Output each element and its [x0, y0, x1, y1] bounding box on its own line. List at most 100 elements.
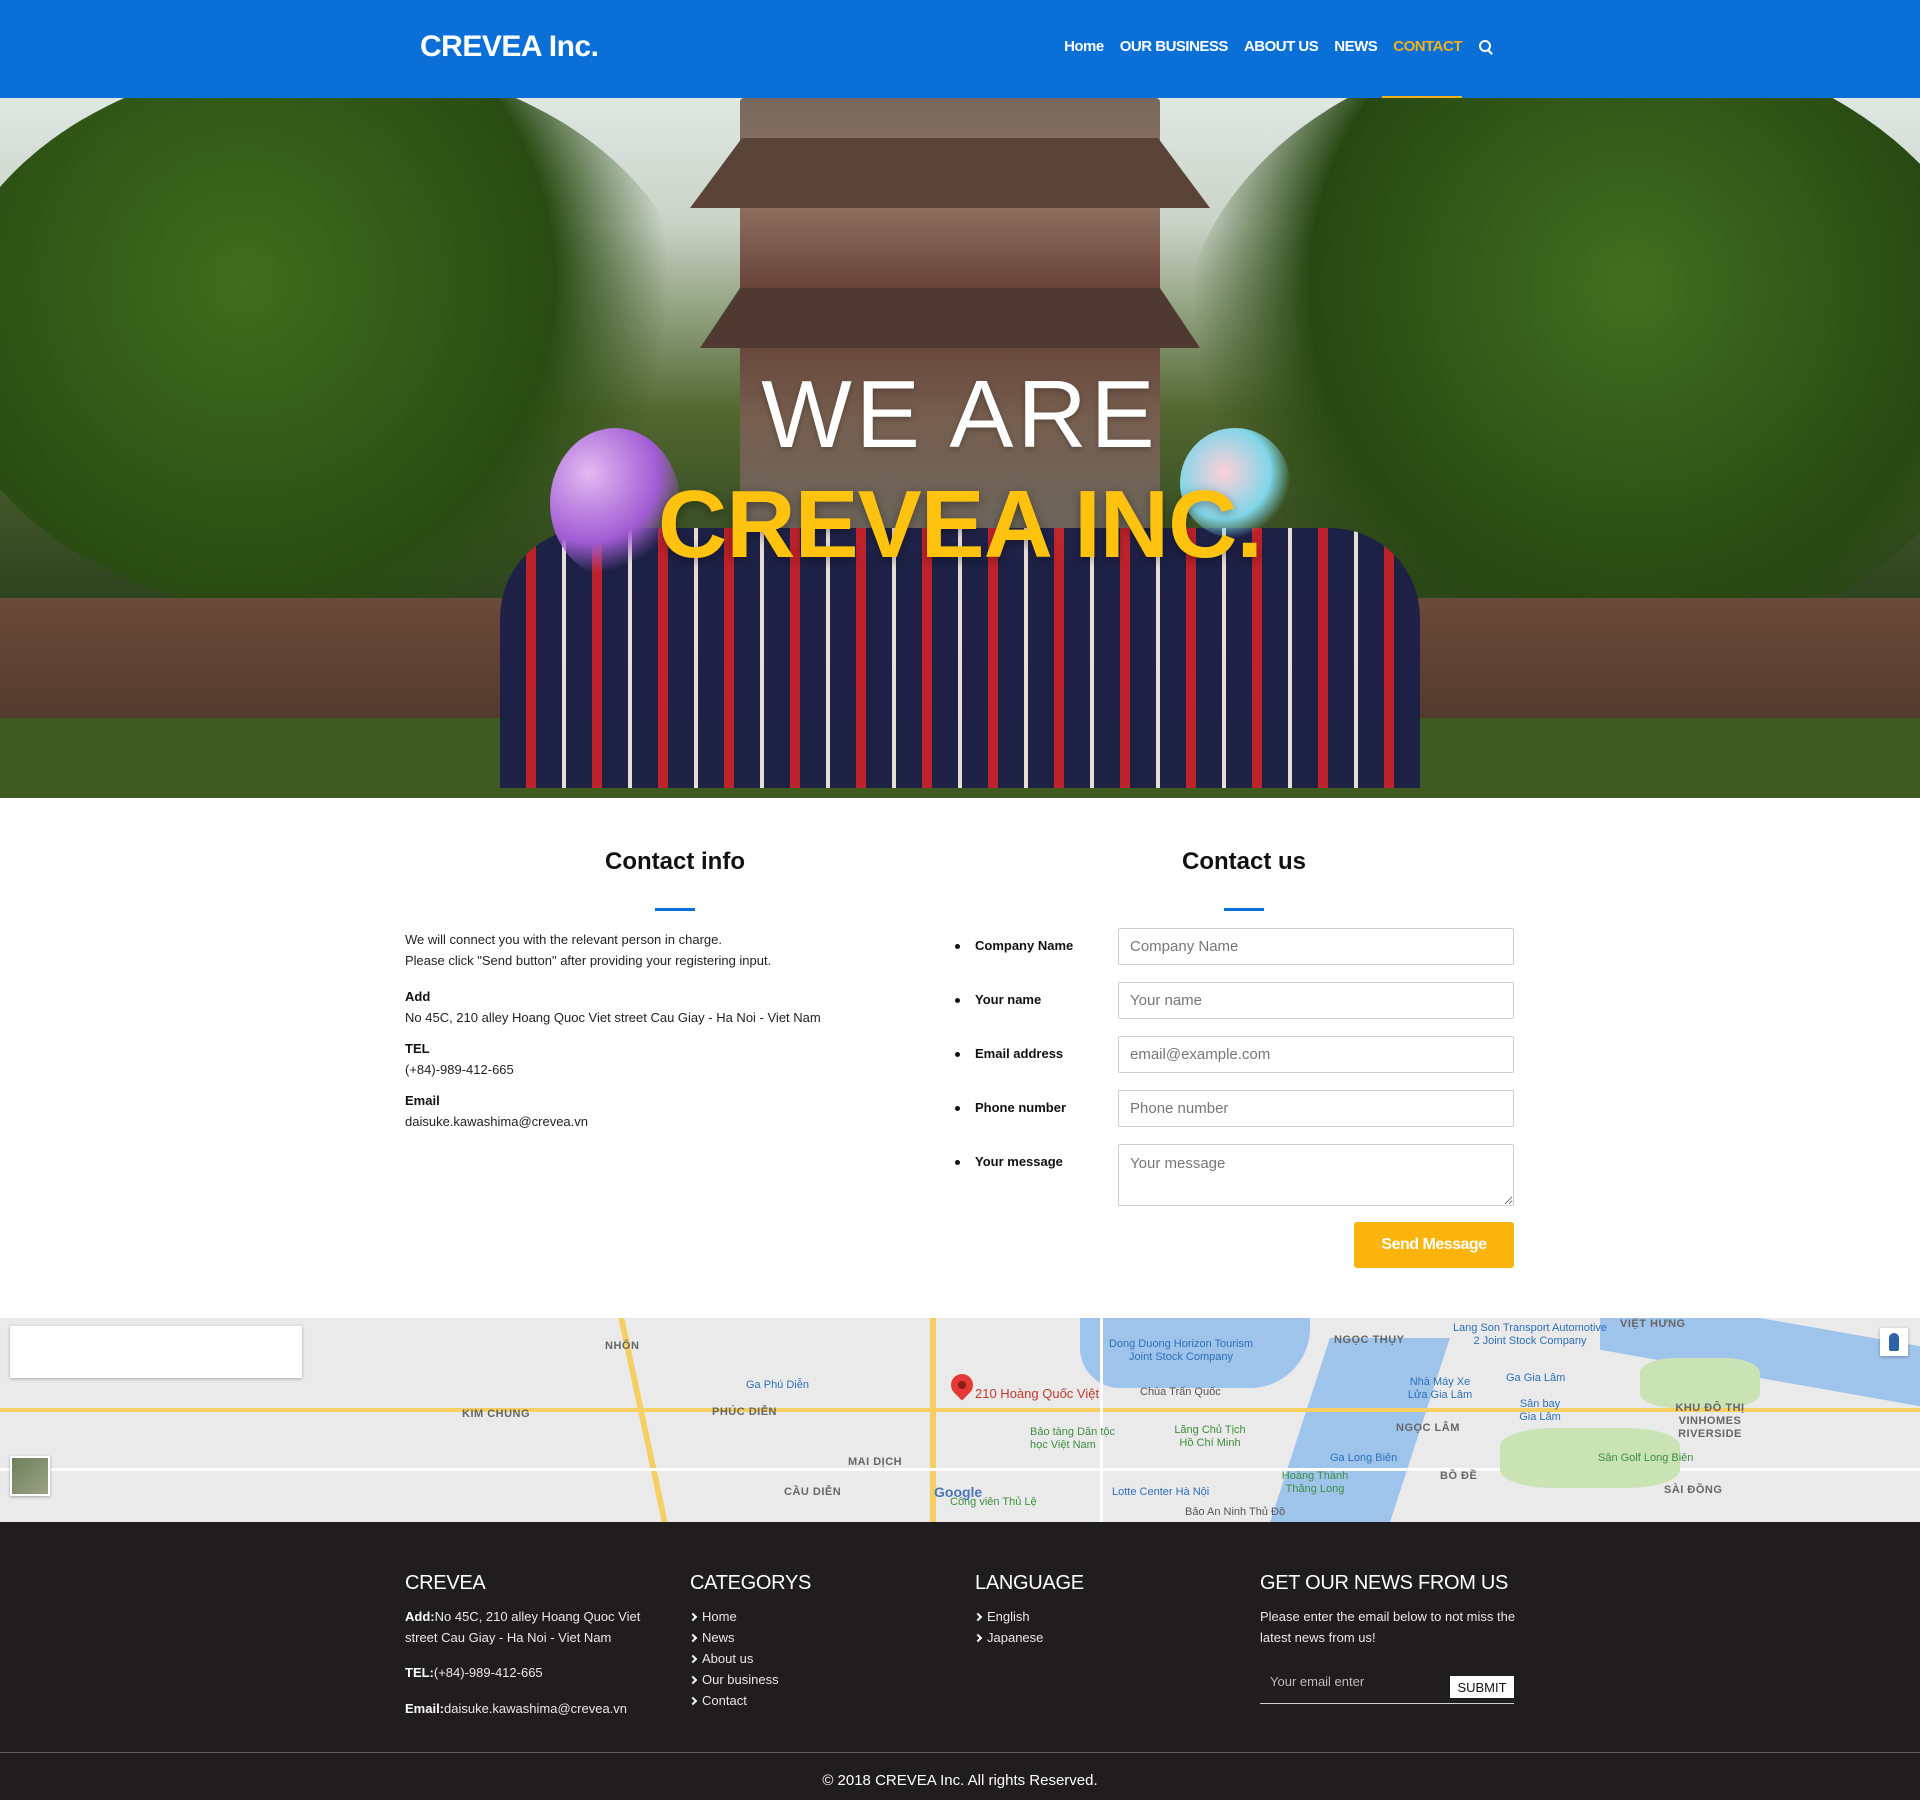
- map-label: Hoàng Thành Thăng Long: [1281, 1470, 1349, 1495]
- phone-number-label: Phone number: [954, 1100, 1067, 1115]
- google-logo: Google: [934, 1484, 983, 1500]
- footer-email-value[interactable]: daisuke.kawashima@crevea.vn: [444, 1701, 627, 1716]
- map-label: CẦU DIỄN: [784, 1486, 842, 1498]
- footer-link-label: Our business: [702, 1672, 779, 1687]
- footer-link-label: Contact: [702, 1693, 747, 1708]
- map-label: Dong Duong Horizon Tourism Joint Stock C…: [1108, 1338, 1254, 1363]
- company-name-label: Company Name: [954, 938, 1074, 953]
- site-logo[interactable]: CREVEA Inc.: [420, 30, 599, 64]
- footer-newsletter-text: Please enter the email below to not miss…: [1260, 1609, 1516, 1645]
- contact-email-label: Email: [405, 1093, 440, 1108]
- footer-link-home[interactable]: Home: [688, 1606, 779, 1627]
- map-pin-label: 210 Hoàng Quốc Việt: [975, 1386, 1100, 1401]
- hero-heading-line1: WE ARE: [761, 361, 1159, 468]
- google-map[interactable]: 210 Hoàng Quốc Việt NHỔN KIM CHUNG PHÚC …: [0, 1318, 1920, 1522]
- hero-banner: WE ARE CREVEA INC.: [0, 98, 1920, 798]
- map-road-east-west: [0, 1408, 1920, 1412]
- map-label: Bảo An Ninh Thủ Đô: [1185, 1506, 1286, 1518]
- map-label: BỒ ĐỀ: [1440, 1470, 1478, 1482]
- map-label: NGỌC THỤY: [1334, 1334, 1405, 1346]
- map-label: Ga Gia Lâm: [1506, 1372, 1566, 1384]
- map-label: Bảo tàng Dân tộc học Việt Nam: [1030, 1426, 1116, 1451]
- contact-add-value: No 45C, 210 alley Hoang Quoc Viet street…: [405, 1010, 821, 1025]
- map-road-white-2: [1100, 1318, 1103, 1522]
- chevron-right-icon: [688, 1654, 698, 1664]
- map-label: PHÚC DIỄN: [712, 1406, 778, 1418]
- map-label: SÀI ĐỒNG: [1664, 1484, 1723, 1496]
- street-view-pegman-icon[interactable]: [1880, 1328, 1908, 1356]
- main-nav: Home OUR BUSINESS ABOUT US NEWS CONTACT: [1064, 38, 1494, 98]
- contact-info-title-bar: [655, 908, 695, 911]
- footer-link-news[interactable]: News: [688, 1627, 779, 1648]
- footer-link-about-us[interactable]: About us: [688, 1648, 779, 1669]
- footer-add-label: Add:: [405, 1609, 435, 1624]
- map-label: NHỔN: [605, 1340, 640, 1352]
- contact-tel-label: TEL: [405, 1041, 430, 1056]
- your-message-label: Your message: [955, 1154, 1063, 1169]
- map-label: KHU ĐÔ THỊ VINHOMES RIVERSIDE: [1675, 1402, 1745, 1440]
- contact-email-value[interactable]: daisuke.kawashima@crevea.vn: [405, 1114, 588, 1129]
- footer-tel-label: TEL:: [405, 1665, 434, 1680]
- chevron-right-icon: [688, 1675, 698, 1685]
- contact-add-label: Add: [405, 989, 431, 1004]
- footer-divider: [0, 1752, 1920, 1753]
- company-name-input[interactable]: [1118, 928, 1514, 965]
- email-address-input[interactable]: [1118, 1036, 1514, 1073]
- footer-link-english[interactable]: English: [973, 1606, 1043, 1627]
- footer-link-label: Home: [702, 1609, 737, 1624]
- contact-info-intro-1: We will connect you with the relevant pe…: [405, 932, 722, 947]
- nav-contact[interactable]: CONTACT: [1393, 38, 1462, 55]
- newsletter-submit-button[interactable]: SUBMIT: [1450, 1676, 1514, 1698]
- hero-pagoda-roof: [690, 138, 1210, 208]
- chevron-right-icon: [688, 1696, 698, 1706]
- footer-link-japanese[interactable]: Japanese: [973, 1627, 1044, 1648]
- footer-categorys-list: Home News About us Our business Contact: [688, 1606, 779, 1711]
- footer-link-label: About us: [702, 1651, 754, 1666]
- footer-link-label: English: [987, 1609, 1030, 1624]
- map-label: Ga Phú Diễn: [746, 1379, 809, 1391]
- contact-us-title: Contact us: [1181, 848, 1306, 875]
- hero-heading-line2: CREVEA INC.: [657, 471, 1263, 578]
- contact-us-title-bar: [1224, 908, 1264, 911]
- chevron-right-icon: [688, 1612, 698, 1622]
- footer-link-label: Japanese: [987, 1630, 1044, 1645]
- your-name-input[interactable]: [1118, 982, 1514, 1019]
- map-label: Sân Golf Long Biên: [1598, 1452, 1694, 1464]
- footer-categorys-title: CATEGORYS: [690, 1572, 812, 1594]
- search-icon[interactable]: [1478, 39, 1494, 55]
- footer-tel: TEL:(+84)-989-412-665: [405, 1662, 543, 1683]
- chevron-right-icon: [688, 1633, 698, 1643]
- footer-crevea-title: CREVEA: [405, 1572, 486, 1594]
- newsletter-email-input[interactable]: [1260, 1668, 1450, 1694]
- footer-address: Add:No 45C, 210 alley Hoang Quoc Viet st…: [405, 1606, 665, 1648]
- contact-info-title: Contact info: [605, 848, 745, 875]
- footer-newsletter-title: GET OUR NEWS FROM US: [1260, 1572, 1509, 1594]
- map-label: KIM CHUNG: [462, 1408, 531, 1420]
- your-name-label: Your name: [954, 992, 1042, 1007]
- footer-add-value: No 45C, 210 alley Hoang Quoc Viet street…: [405, 1609, 641, 1645]
- your-message-input[interactable]: [1118, 1144, 1514, 1206]
- nav-about-us[interactable]: ABOUT US: [1244, 38, 1319, 55]
- hero-pagoda-roof-lower: [700, 288, 1200, 348]
- contact-info-intro-2: Please click "Send button" after providi…: [405, 953, 772, 968]
- footer-email-label: Email:: [405, 1701, 445, 1716]
- map-park-vinhomes: [1640, 1358, 1760, 1408]
- newsletter-input-underline: [1260, 1703, 1514, 1704]
- footer-link-contact[interactable]: Contact: [688, 1690, 779, 1711]
- nav-our-business[interactable]: OUR BUSINESS: [1120, 38, 1229, 55]
- nav-home[interactable]: Home: [1064, 38, 1104, 55]
- footer-language-title: LANGUAGE: [975, 1572, 1084, 1594]
- map-label: MAI DỊCH: [848, 1456, 903, 1468]
- map-info-box[interactable]: [10, 1326, 302, 1378]
- phone-number-input[interactable]: [1118, 1090, 1514, 1127]
- site-footer: CREVEA Add:No 45C, 210 alley Hoang Quoc …: [0, 1522, 1920, 1800]
- map-label: Nhà Máy Xe Lửa Gia Lâm: [1407, 1376, 1473, 1401]
- nav-news[interactable]: NEWS: [1334, 38, 1378, 55]
- send-message-button[interactable]: Send Message: [1354, 1222, 1514, 1268]
- map-satellite-toggle[interactable]: [10, 1456, 50, 1496]
- map-location-pin-icon[interactable]: [946, 1369, 978, 1401]
- email-address-label: Email address: [954, 1046, 1064, 1061]
- footer-link-our-business[interactable]: Our business: [688, 1669, 779, 1690]
- footer-tel-value: (+84)-989-412-665: [433, 1665, 543, 1680]
- map-label: VIỆT HƯNG: [1620, 1318, 1686, 1330]
